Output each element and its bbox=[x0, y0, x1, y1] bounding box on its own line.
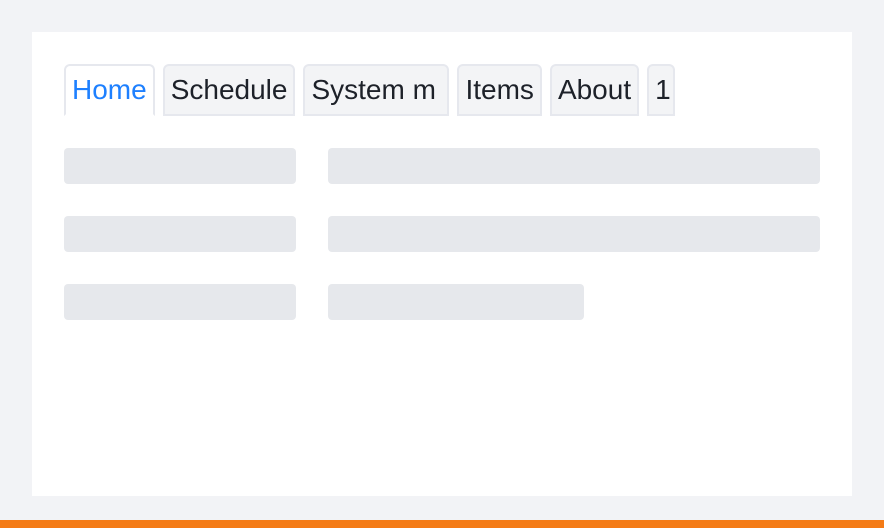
skeleton-label-3 bbox=[64, 284, 296, 320]
skeleton-label-1 bbox=[64, 148, 296, 184]
skeleton-value-1 bbox=[328, 148, 820, 184]
skeleton-label-2 bbox=[64, 216, 296, 252]
tab-schedule[interactable]: Schedule bbox=[162, 64, 296, 116]
tab-about[interactable]: About bbox=[549, 64, 640, 116]
tab-home[interactable]: Home bbox=[64, 64, 155, 116]
tab-bar: Home Schedule System m Items About 1 bbox=[64, 64, 676, 116]
tab-1[interactable]: 1 bbox=[647, 64, 676, 116]
content-card: Home Schedule System m Items About 1 bbox=[32, 32, 852, 496]
skeleton-value-2 bbox=[328, 216, 820, 252]
tab-system[interactable]: System m bbox=[303, 64, 450, 116]
tab-items[interactable]: Items bbox=[457, 64, 542, 116]
bottom-accent-bar bbox=[0, 520, 884, 528]
skeleton-value-3 bbox=[328, 284, 584, 320]
